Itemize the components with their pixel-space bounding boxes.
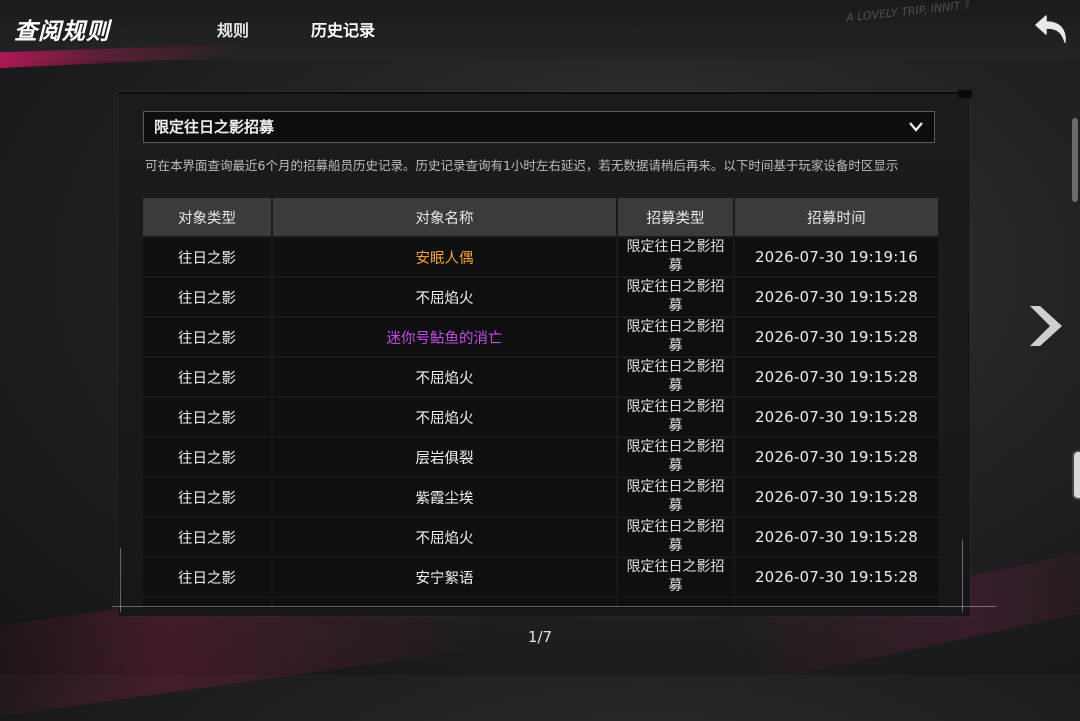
cell-name: 迷你号鲇鱼的消亡 bbox=[273, 318, 616, 356]
panel-frame-line bbox=[120, 548, 121, 612]
column-header-recruit: 招募类型 bbox=[618, 198, 733, 236]
cell-type: 往日之影 bbox=[143, 438, 271, 476]
cell-recruit-type-label: 限定往日之影招募 bbox=[626, 239, 725, 274]
cell-type: 往日之影 bbox=[143, 238, 271, 276]
chevron-right-icon bbox=[1030, 306, 1062, 346]
cell-recruit-type-label: 限定往日之影招募 bbox=[626, 559, 725, 594]
cell-time: 2026-07-30 19:15:28 bbox=[735, 478, 938, 516]
next-page-button[interactable] bbox=[1024, 300, 1068, 352]
table-row: 往日之影 迷你号鲇鱼的消亡 限定往日之影招募 2026-07-30 19:15:28 bbox=[143, 318, 938, 356]
cell-time: 2026-07-30 19:19:16 bbox=[735, 238, 938, 276]
cell-recruit-type: 限定往日之影招募 bbox=[618, 238, 733, 276]
cell-recruit-type-label: 限定往日之影招募 bbox=[626, 439, 725, 474]
table-row: 往日之影 安眠人偶 限定往日之影招募 2026-07-30 19:19:16 bbox=[143, 238, 938, 276]
cell-recruit-type-label: 限定往日之影 bbox=[634, 608, 718, 609]
back-button[interactable] bbox=[1032, 12, 1072, 48]
column-header-time: 招募时间 bbox=[735, 198, 938, 236]
table-row: 往日之影 不屈焰火 限定往日之影招募 2026-07-30 19:15:28 bbox=[143, 398, 938, 436]
cell-recruit-type-label: 限定往日之影招募 bbox=[626, 279, 725, 314]
watermark-text: A LOVELY TRIP, INNIT ? bbox=[846, 0, 971, 24]
cell-recruit-type: 限定往日之影招募 bbox=[618, 478, 733, 516]
cell-type: 往日之影 bbox=[143, 318, 271, 356]
panel-frame-line bbox=[962, 540, 963, 612]
cell-recruit-type: 限定往日之影招募 bbox=[618, 558, 733, 596]
tab-rules[interactable]: 规则 bbox=[203, 20, 263, 42]
column-header-type: 对象类型 bbox=[143, 198, 271, 236]
table-row: 往日之影 紫霞尘埃 限定往日之影招募 2026-07-30 19:15:28 bbox=[143, 478, 938, 516]
back-arrow-icon bbox=[1035, 15, 1066, 43]
history-notice: 可在本界面查询最近6个月的招募船员历史记录。历史记录查询有1小时左右延迟，若无数… bbox=[145, 158, 899, 173]
cell-time: 2026-07-30 19:15:28 bbox=[735, 518, 938, 556]
column-header-name: 对象名称 bbox=[273, 198, 616, 236]
cell-name: 安眠人偶 bbox=[273, 238, 616, 276]
cell-type: 往日之影 bbox=[143, 558, 271, 596]
cell-type: 往日之影 bbox=[143, 358, 271, 396]
cell-recruit-type: 限定往日之影招募 bbox=[618, 318, 733, 356]
table-row: 往日之影 不屈焰火 限定往日之影招募 2026-07-30 19:15:28 bbox=[143, 358, 938, 396]
cell-name: 不屈焰火 bbox=[273, 278, 616, 316]
tab-history-label: 历史记录 bbox=[311, 21, 376, 40]
side-drawer-tab[interactable] bbox=[1072, 450, 1080, 500]
page-scrollbar[interactable] bbox=[1072, 118, 1078, 202]
watermark-line: A LOVELY TRIP, INNIT ? bbox=[845, 0, 971, 25]
cell-name: 层岩俱裂 bbox=[273, 438, 616, 476]
table-row: 往日之影 不屈焰火 限定往日之影招募 2026-07-30 19:15:28 bbox=[143, 518, 938, 556]
cell-recruit-type: 限定往日之影招募 bbox=[618, 398, 733, 436]
cell-time: 2026-07-30 19:15:28 bbox=[735, 358, 938, 396]
cell-recruit-type-label: 限定往日之影招募 bbox=[626, 479, 725, 514]
cell-time: 2026-07-30 19:15:28 bbox=[735, 398, 938, 436]
cell-time: 2026-07-30 19:15:28 bbox=[735, 558, 938, 596]
cell-name: 紫霞尘埃 bbox=[273, 478, 616, 516]
cell-recruit-type: 限定往日之影招募 bbox=[618, 358, 733, 396]
header-accent-stroke bbox=[0, 44, 240, 68]
cell-name: 不屈焰火 bbox=[273, 358, 616, 396]
recruit-type-dropdown[interactable]: 限定往日之影招募 bbox=[143, 111, 935, 143]
cell-recruit-type: 限定往日之影招募 bbox=[618, 278, 733, 316]
cell-time: 2026-07-30 19:15:28 bbox=[735, 318, 938, 356]
cell-recruit-type-label: 限定往日之影招募 bbox=[626, 359, 725, 394]
top-bar: 查阅规则 规则 历史记录 A LOVELY TRIP, INNIT ? bbox=[0, 0, 1080, 68]
history-table: 对象类型 对象名称 招募类型 招募时间 往日之影 安眠人偶 限定往日之影招募 2026… bbox=[143, 198, 938, 608]
table-header-row: 对象类型 对象名称 招募类型 招募时间 bbox=[143, 198, 938, 236]
cell-name: 安宁絮语 bbox=[273, 558, 616, 596]
dropdown-selected-value: 限定往日之影招募 bbox=[154, 118, 275, 136]
tab-history[interactable]: 历史记录 bbox=[297, 20, 397, 43]
cell-time: 2026-07-30 19:15:28 bbox=[735, 438, 938, 476]
cell-name: 不屈焰火 bbox=[273, 518, 616, 556]
cell-type: 往日之影 bbox=[143, 478, 271, 516]
cell-recruit-type: 限定往日之影招募 bbox=[618, 438, 733, 476]
page-title: 查阅规则 bbox=[14, 19, 110, 45]
table-row: 往日之影 安宁絮语 限定往日之影招募 2026-07-30 19:15:28 bbox=[143, 558, 938, 596]
panel-corner-decoration bbox=[958, 90, 972, 98]
cell-recruit-type-label: 限定往日之影招募 bbox=[626, 519, 725, 554]
chevron-down-icon bbox=[909, 122, 923, 132]
cell-type: 往日之影 bbox=[143, 278, 271, 316]
cell-type: 往日之影 bbox=[143, 398, 271, 436]
cell-name: 不屈焰火 bbox=[273, 398, 616, 436]
table-row: 往日之影 层岩俱裂 限定往日之影招募 2026-07-30 19:15:28 bbox=[143, 438, 938, 476]
cell-type: 往日之影 bbox=[143, 518, 271, 556]
cell-time: 2026-07-30 19:15:28 bbox=[735, 278, 938, 316]
page-indicator: 1/7 bbox=[527, 628, 553, 646]
cell-recruit-type-label: 限定往日之影招募 bbox=[626, 319, 725, 354]
table-row: 往日之影 不屈焰火 限定往日之影招募 2026-07-30 19:15:28 bbox=[143, 278, 938, 316]
panel-frame-line bbox=[112, 606, 996, 607]
cell-recruit-type: 限定往日之影招募 bbox=[618, 518, 733, 556]
cell-recruit-type-label: 限定往日之影招募 bbox=[626, 399, 725, 434]
